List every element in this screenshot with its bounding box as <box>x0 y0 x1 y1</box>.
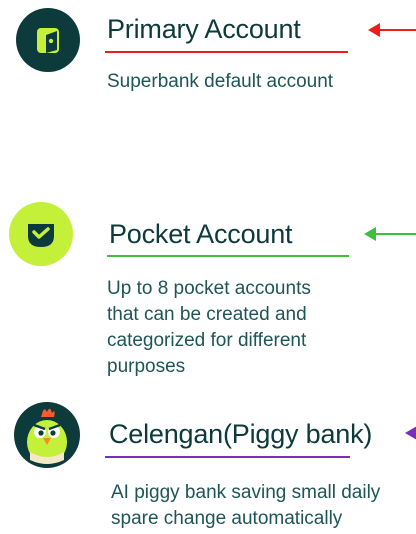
wallet-icon <box>16 8 80 72</box>
primary-account-underline <box>105 51 348 53</box>
pocket-pointer-arrow-icon <box>364 227 416 241</box>
primary-account-description: Superbank default account <box>107 71 334 92</box>
celengan-pointer-arrow-icon <box>405 426 416 440</box>
pocket-account-underline <box>107 255 349 257</box>
pocket-account-title: Pocket Account <box>109 219 293 249</box>
pocket-check-icon <box>9 202 73 266</box>
primary-pointer-arrow-icon <box>368 23 416 37</box>
celengan-underline <box>105 456 350 458</box>
celengan-description: AI piggy bank saving small daily spare c… <box>111 482 381 529</box>
celengan-title: Celengan(Piggy bank) <box>109 419 373 449</box>
pocket-account-description: Up to 8 pocket accounts that can be crea… <box>107 278 311 377</box>
primary-account-title: Primary Account <box>107 14 301 44</box>
piggy-mascot-icon <box>14 402 80 468</box>
